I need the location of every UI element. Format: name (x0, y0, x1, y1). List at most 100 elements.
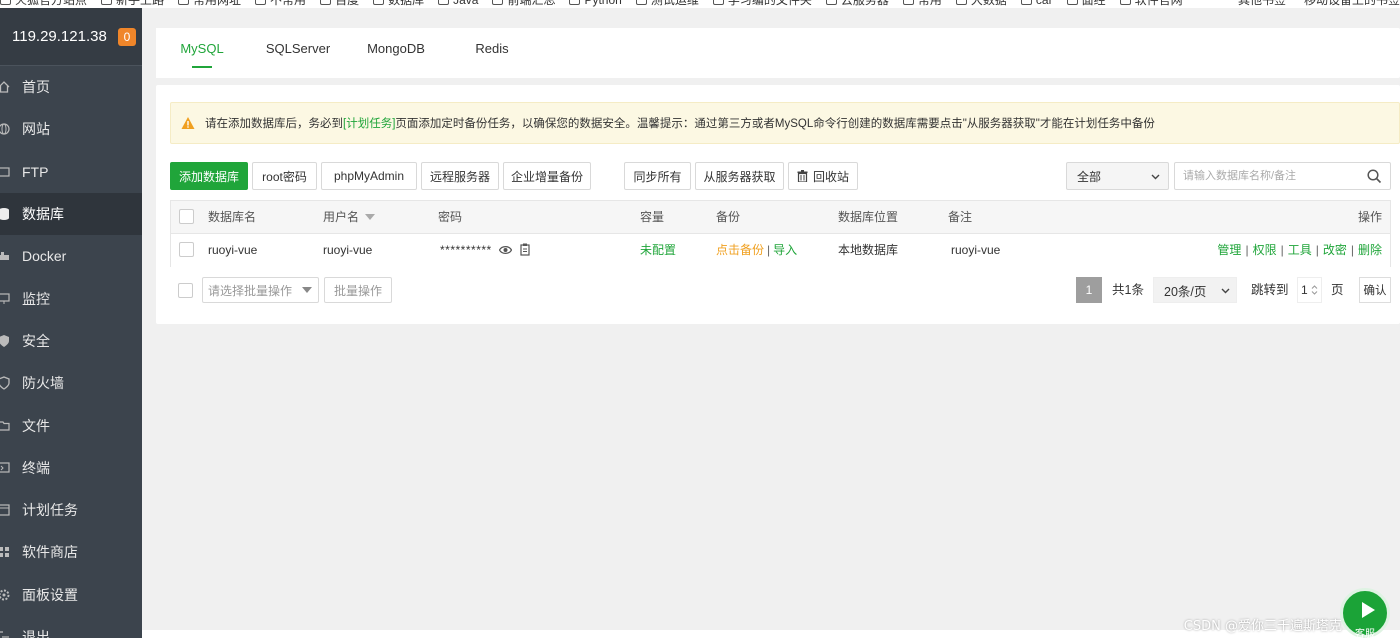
copy-icon[interactable] (520, 243, 531, 256)
bookmark-item[interactable]: 常用网址 (178, 0, 241, 8)
change-password-link[interactable]: 改密 (1323, 243, 1347, 257)
add-database-button[interactable]: 添加数据库 (170, 162, 248, 190)
bookmark-item[interactable]: 学习编的文件夹 (712, 0, 812, 8)
sidebar-item-schedule[interactable]: 计划任务 (0, 489, 142, 531)
server-icon (0, 29, 8, 45)
import-link[interactable]: 导入 (773, 243, 797, 257)
bulk-action-button[interactable]: 批量操作 (324, 277, 392, 303)
bookmark-item[interactable]: 大数据 (955, 0, 1007, 8)
click-backup-link[interactable]: 点击备份 (716, 243, 764, 257)
folder-icon (1066, 0, 1078, 5)
manage-link[interactable]: 管理 (1217, 243, 1241, 257)
tab-mongodb[interactable]: MongoDB (348, 28, 444, 78)
page-size-select[interactable]: 20条/页 (1153, 277, 1237, 303)
logout-icon (0, 630, 10, 638)
bookmark-item[interactable]: 云服务器 (825, 0, 889, 8)
bookmark-item[interactable]: 新手上路 (101, 0, 164, 8)
fetch-from-server-button[interactable]: 从服务器获取 (695, 162, 784, 190)
sidebar-item-logout[interactable]: 退出 (0, 616, 142, 638)
tab-mysql[interactable]: MySQL (156, 28, 248, 78)
search-box (1174, 162, 1391, 190)
remote-server-button[interactable]: 远程服务器 (421, 162, 499, 190)
folder-icon (1020, 0, 1032, 5)
sidebar-item-home[interactable]: 首页 (0, 66, 142, 108)
notification-badge[interactable]: 0 (118, 28, 136, 46)
sidebar-item-shield[interactable]: 安全 (0, 320, 142, 362)
bookmark-item[interactable]: 移动设备上的书签 (1304, 0, 1400, 8)
row-backup: 点击备份 | 导入 (716, 234, 797, 267)
folder-icon (0, 419, 10, 433)
customer-service-label: 客服 (1355, 629, 1375, 638)
folder-icon (1119, 0, 1131, 5)
stepper-icon[interactable] (1311, 284, 1318, 296)
bookmark-item[interactable]: Python (569, 0, 622, 8)
row-capacity[interactable]: 未配置 (640, 234, 676, 267)
bookmark-item[interactable]: 百度 (320, 0, 359, 8)
sidebar-item-docker[interactable]: Docker (0, 235, 142, 277)
bookmark-item[interactable]: 面经 (1066, 0, 1106, 8)
tools-link[interactable]: 工具 (1288, 243, 1312, 257)
current-page[interactable]: 1 (1076, 277, 1102, 303)
bulk-action-select[interactable]: 请选择批量操作 (202, 277, 319, 303)
bookmark-item[interactable]: 数据库 (373, 0, 424, 8)
sidebar-item-monitor[interactable]: 监控 (0, 277, 142, 319)
server-header[interactable]: 119.29.121.38 0 (0, 8, 142, 66)
db-filter-select[interactable]: 全部 (1066, 162, 1169, 190)
delete-link[interactable]: 删除 (1358, 243, 1382, 257)
bookmark-item[interactable]: 其他书签 (1238, 0, 1286, 8)
row-checkbox[interactable] (179, 242, 194, 257)
sidebar-item-terminal[interactable]: 终端 (0, 447, 142, 489)
search-input[interactable] (1175, 163, 1355, 189)
sidebar-item-label: 防火墙 (22, 375, 64, 392)
bookmark-item[interactable]: 常用 (902, 0, 942, 8)
enterprise-backup-button[interactable]: 企业增量备份 (503, 162, 591, 190)
folder-icon (492, 0, 504, 5)
permission-link[interactable]: 权限 (1253, 243, 1277, 257)
phpmyadmin-button[interactable]: phpMyAdmin (321, 162, 417, 190)
bookmark-item[interactable]: Java (438, 0, 478, 8)
bookmark-item[interactable]: 前端汇总 (492, 0, 555, 8)
sidebar-item-label: 面板设置 (22, 586, 78, 603)
jump-page-input[interactable]: 1 (1297, 277, 1322, 303)
schedule-link[interactable]: [计划任务] (343, 115, 395, 131)
bookmark-item[interactable]: 不常用 (255, 0, 306, 8)
recycle-bin-button[interactable]: 回收站 (788, 162, 858, 190)
row-remark[interactable]: ruoyi-vue (951, 234, 1000, 267)
root-password-button[interactable]: root密码 (252, 162, 317, 190)
sidebar-menu: 首页 网站 FTP 数据库 Docker 监控安全防火墙文件终端 计划任务软件商店面板设置退… (0, 66, 142, 638)
sidebar-item-ftp[interactable]: FTP (0, 151, 142, 193)
sync-all-button[interactable]: 同步所有 (624, 162, 691, 190)
separator: | (1315, 243, 1319, 257)
sidebar-item-label: 文件 (22, 417, 50, 434)
chevron-down-icon (302, 287, 312, 293)
sidebar-item-firewall[interactable]: 防火墙 (0, 362, 142, 404)
sidebar-item-folder[interactable]: 文件 (0, 404, 142, 446)
search-icon[interactable] (1367, 169, 1382, 184)
sidebar-item-database[interactable]: 数据库 (0, 192, 142, 236)
select-all-checkbox[interactable] (179, 209, 194, 224)
header-user[interactable]: 用户名 (323, 201, 376, 234)
bookmark-item[interactable]: car (1020, 0, 1053, 8)
sidebar-item-label: 软件商店 (22, 544, 78, 561)
bookmark-label: 火狐官方站点 (15, 0, 88, 7)
sidebar-item-gear[interactable]: 面板设置 (0, 574, 142, 616)
folder-icon (902, 0, 914, 5)
sidebar-item-label: 安全 (22, 332, 50, 349)
tab-sqlserver[interactable]: SQLServer (248, 28, 348, 78)
eye-icon[interactable] (499, 245, 512, 255)
notice-prefix: 请在添加数据库后，务必到 (205, 118, 343, 130)
bookmark-label: 不常用 (270, 0, 307, 7)
bookmark-label: 前端汇总 (507, 0, 556, 7)
sidebar-item-store[interactable]: 软件商店 (0, 531, 142, 573)
row-user: ruoyi-vue (323, 243, 373, 257)
bookmark-item[interactable]: 测试运维 (635, 0, 699, 8)
sidebar-item-globe[interactable]: 网站 (0, 108, 142, 150)
bookmark-item[interactable]: 火狐官方站点 (0, 0, 87, 8)
docker-icon (0, 249, 10, 263)
bulk-select-checkbox[interactable] (178, 283, 193, 298)
bookmark-label: 软件官网 (1134, 0, 1183, 7)
tab-redis[interactable]: Redis (444, 28, 540, 78)
bookmark-item[interactable]: 软件官网 (1119, 0, 1183, 8)
customer-service-button[interactable]: 客服 (1340, 588, 1390, 638)
confirm-button[interactable]: 确认 (1359, 277, 1391, 303)
